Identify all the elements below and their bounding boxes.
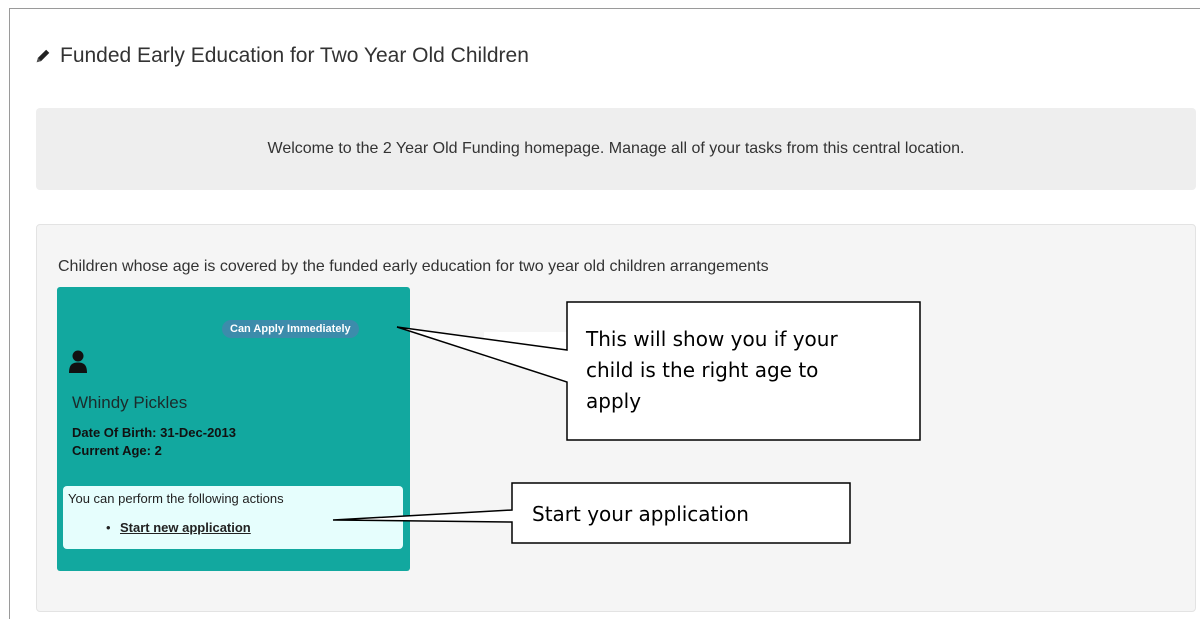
start-new-application-link[interactable]: Start new application <box>120 520 251 535</box>
child-name: Whindy Pickles <box>72 393 188 412</box>
user-icon <box>69 350 87 373</box>
callout-age-text: This will show you if your child is the … <box>586 324 838 417</box>
status-badge: Can Apply Immediately <box>222 320 359 338</box>
callout-backdrop <box>484 332 570 360</box>
actions-title: You can perform the following actions <box>68 491 284 506</box>
children-panel-heading: Children whose age is covered by the fun… <box>58 258 769 275</box>
page-title-text: Funded Early Education for Two Year Old … <box>60 44 529 67</box>
callout-age-line: child is the right age to <box>586 358 819 382</box>
child-dob: Date Of Birth: 31-Dec-2013 <box>72 425 236 440</box>
welcome-banner: Welcome to the 2 Year Old Funding homepa… <box>36 108 1196 190</box>
callout-start-text: Start your application <box>532 499 749 530</box>
pencil-icon <box>36 49 50 63</box>
callout-start-line: Start your application <box>532 502 749 526</box>
action-bullet: • <box>106 520 111 535</box>
welcome-text: Welcome to the 2 Year Old Funding homepa… <box>267 140 965 157</box>
page-title: Funded Early Education for Two Year Old … <box>34 44 529 68</box>
callout-age-line: This will show you if your <box>586 327 838 351</box>
callout-age-line: apply <box>586 389 642 413</box>
child-age: Current Age: 2 <box>72 443 162 458</box>
